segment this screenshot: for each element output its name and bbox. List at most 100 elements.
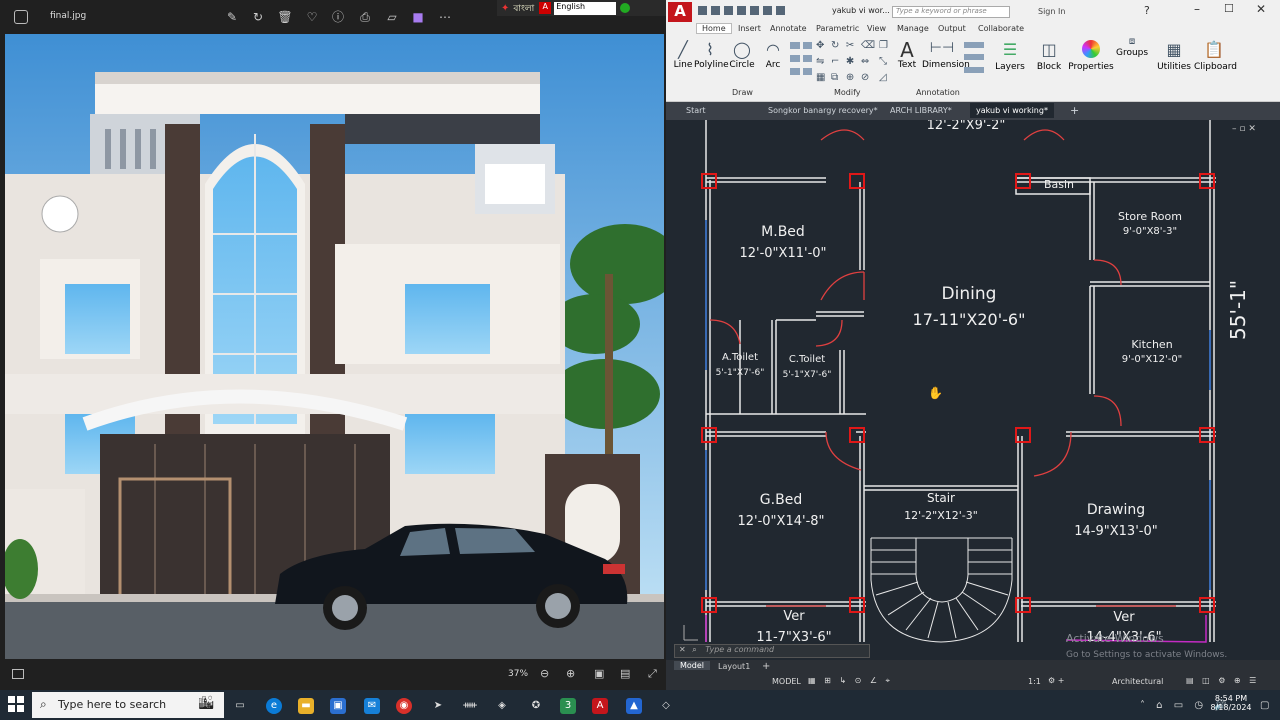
- fillet-icon[interactable]: ⌐: [831, 56, 842, 68]
- line-tool[interactable]: ╱ Line: [670, 40, 696, 70]
- join-icon[interactable]: ⊕: [846, 72, 857, 84]
- clock[interactable]: 8:54 PM 8/18/2024: [1210, 694, 1252, 712]
- delete-icon[interactable]: 🗑: [277, 9, 293, 25]
- paint-icon[interactable]: ✪: [528, 698, 544, 714]
- tab-manage[interactable]: Manage: [897, 24, 929, 33]
- scale-icon[interactable]: ⤡: [879, 56, 890, 68]
- tab-parametric[interactable]: Parametric: [816, 24, 859, 33]
- tab-annotate[interactable]: Annotate: [770, 24, 807, 33]
- designer-icon[interactable]: ■: [410, 9, 426, 25]
- stretch-icon[interactable]: ⇔: [861, 56, 875, 68]
- tab-layout1[interactable]: Layout1: [718, 662, 750, 671]
- leader-icon[interactable]: [964, 42, 984, 48]
- filmstrip-icon[interactable]: [12, 669, 24, 679]
- hatch-icon[interactable]: [802, 42, 812, 49]
- undo-icon[interactable]: [763, 6, 772, 15]
- help-icon[interactable]: ?: [1144, 4, 1150, 17]
- dimension-tool[interactable]: ⊢⊣ Dimension: [922, 40, 970, 70]
- file-explorer-icon[interactable]: ▬: [298, 698, 314, 714]
- panel-modify-label[interactable]: Modify: [834, 88, 861, 97]
- tab-view[interactable]: View: [867, 24, 886, 33]
- region-icon[interactable]: [802, 55, 812, 62]
- doc-tab-arch-library[interactable]: ARCH LIBRARY*: [890, 106, 952, 115]
- tab-model[interactable]: Model: [674, 661, 711, 670]
- fit-window-icon[interactable]: ▤: [620, 667, 630, 680]
- erase-icon[interactable]: ⌫: [861, 40, 875, 52]
- mirror-icon[interactable]: ⇋: [816, 56, 827, 68]
- close-button[interactable]: ✕: [1256, 2, 1266, 16]
- groups-tool[interactable]: ⧈ Groups: [1116, 36, 1148, 58]
- status-toggles-icon[interactable]: ▦ ⊞ ↳ ⊙ ∠ ⌖: [808, 676, 893, 686]
- open-icon[interactable]: [711, 6, 720, 15]
- arc-tool[interactable]: ◠ Arc: [760, 40, 786, 70]
- chrome-icon[interactable]: ◉: [396, 698, 412, 714]
- viewport-controls-icon[interactable]: – ▫ ✕: [1232, 124, 1256, 134]
- print-icon[interactable]: ⎙: [357, 9, 373, 25]
- doc-tab-start[interactable]: Start: [686, 106, 706, 115]
- command-line-input[interactable]: ✕ ⌕ Type a command: [674, 644, 870, 658]
- info-icon[interactable]: ⓘ: [330, 9, 346, 25]
- camtasia-icon[interactable]: 3: [560, 698, 576, 714]
- polyline-tool[interactable]: ⌇ Polyline: [694, 40, 729, 70]
- new-icon[interactable]: [698, 6, 707, 15]
- minimize-button[interactable]: –: [1194, 2, 1200, 16]
- offset-icon[interactable]: ⧉: [831, 72, 842, 84]
- edit-image-icon[interactable]: ✎: [224, 9, 240, 25]
- ellipse-icon[interactable]: [790, 55, 800, 62]
- panel-annotation-label[interactable]: Annotation: [916, 88, 960, 97]
- tab-collaborate[interactable]: Collaborate: [978, 24, 1024, 33]
- maximize-button[interactable]: ☐: [1224, 2, 1234, 15]
- settings-icon[interactable]: ⚙ +: [1048, 676, 1064, 685]
- tab-home[interactable]: Home: [696, 23, 732, 34]
- doc-tab-yakub[interactable]: yakub vi working*: [970, 103, 1054, 118]
- point-icon[interactable]: [802, 68, 812, 75]
- move-icon[interactable]: ✥: [816, 40, 827, 52]
- edit-app-icon[interactable]: ▱: [384, 9, 400, 25]
- panel-draw-label[interactable]: Draw: [732, 88, 753, 97]
- lamp-icon[interactable]: ᚔ: [462, 698, 478, 714]
- plot-icon[interactable]: [750, 6, 759, 15]
- new-tab-icon[interactable]: +: [1070, 104, 1079, 117]
- table-tool-icon[interactable]: [964, 54, 984, 61]
- status-model-space[interactable]: MODEL: [772, 677, 801, 686]
- fullscreen-icon[interactable]: ⤢: [648, 667, 657, 681]
- rotate-tool-icon[interactable]: ↻: [831, 40, 842, 52]
- store-icon[interactable]: ▣: [330, 698, 346, 714]
- rectangle-icon[interactable]: [790, 42, 800, 49]
- gallery-icon[interactable]: [14, 10, 28, 24]
- autocad-taskbar-icon[interactable]: A: [592, 698, 608, 714]
- tab-output[interactable]: Output: [938, 24, 966, 33]
- utilities-tool[interactable]: ▦ Utilities: [1156, 40, 1192, 72]
- language-select[interactable]: English: [554, 1, 617, 15]
- zoom-in-icon[interactable]: ⊕: [566, 667, 575, 680]
- array-icon[interactable]: ▦: [816, 72, 827, 84]
- more-options-icon[interactable]: ⋯: [437, 9, 453, 25]
- drawing-canvas[interactable]: 12'-2"X9'-2" Basin M.Bed 12'-0"X11'-0" S…: [666, 120, 1280, 644]
- trim-icon[interactable]: ✂: [846, 40, 857, 52]
- block-tool[interactable]: ◫ Block: [1034, 40, 1064, 72]
- markup-icon[interactable]: [964, 66, 984, 73]
- layers-tool[interactable]: ☰ Layers: [994, 40, 1026, 72]
- vpn-icon[interactable]: ◇: [658, 698, 674, 714]
- doc-tab-songkor[interactable]: Songkor banargy recovery*: [768, 106, 878, 115]
- copy-icon[interactable]: ❐: [879, 40, 890, 52]
- taskbar-search[interactable]: ⌕ Type here to search 🏙: [32, 692, 224, 718]
- saveas-icon[interactable]: [737, 6, 746, 15]
- tab-insert[interactable]: Insert: [738, 24, 761, 33]
- add-layout-icon[interactable]: +: [762, 661, 770, 672]
- chamfer-icon[interactable]: ◿: [879, 72, 890, 84]
- notification-icon[interactable]: ▢: [1260, 700, 1269, 711]
- start-button[interactable]: [8, 696, 24, 712]
- autocad-logo-icon[interactable]: A: [668, 2, 692, 22]
- edge-icon[interactable]: e: [266, 698, 282, 714]
- favorite-icon[interactable]: ♡: [304, 9, 320, 25]
- status-workspace[interactable]: Architectural: [1112, 677, 1163, 686]
- status-annotation-scale[interactable]: 1:1: [1028, 677, 1041, 686]
- actual-size-icon[interactable]: ▣: [594, 667, 604, 680]
- rotate-icon[interactable]: ↻: [250, 9, 266, 25]
- save-icon[interactable]: [724, 6, 733, 15]
- command-close-icon[interactable]: ✕: [675, 645, 686, 654]
- properties-tool[interactable]: Properties: [1068, 40, 1114, 72]
- sign-in-link[interactable]: Sign In: [1038, 7, 1065, 16]
- break-icon[interactable]: ⊘: [861, 72, 875, 84]
